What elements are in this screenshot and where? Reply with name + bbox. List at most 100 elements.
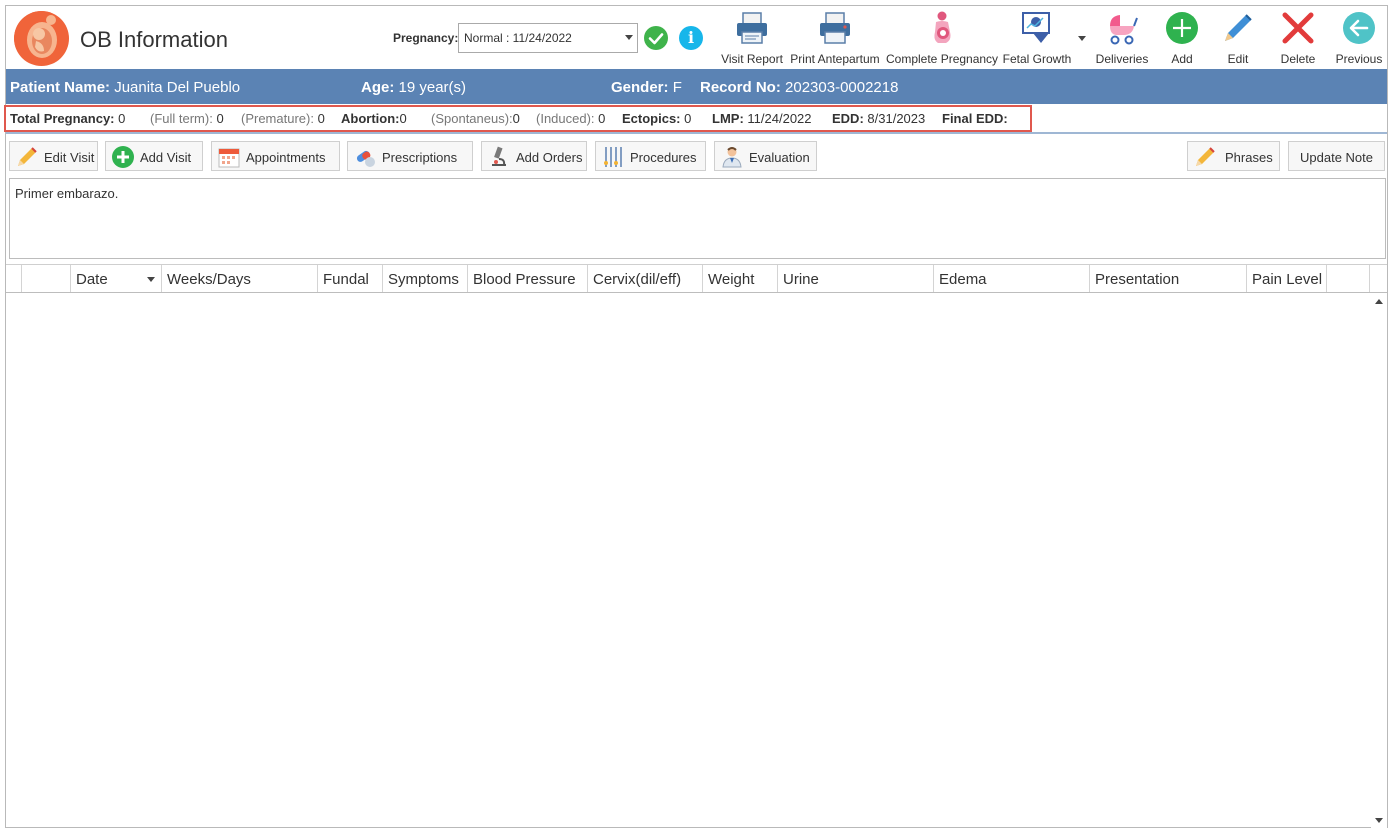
pregnancy-summary: Total Pregnancy: 0 (Full term): 0 (Prema… [4, 104, 1387, 134]
column-header-blood-pressure[interactable]: Blood Pressure [468, 265, 588, 292]
phrases-label: Phrases [1225, 150, 1273, 165]
edit-label: Edit [1227, 52, 1249, 66]
column-header-edema[interactable]: Edema [934, 265, 1090, 292]
abortion-value: 0 [399, 111, 407, 126]
evaluation-button[interactable]: Evaluation [714, 141, 817, 171]
procedures-button[interactable]: Procedures [595, 141, 706, 171]
record-field: Record No: 202303-0002218 [700, 79, 898, 96]
add-orders-button[interactable]: Add Orders [481, 141, 587, 171]
visit-action-bar: Edit Visit Add Visit Appointments Prescr… [6, 138, 1387, 176]
fetal-growth-label: Fetal Growth [1002, 52, 1072, 66]
printer-icon [817, 10, 853, 46]
appointments-label: Appointments [246, 150, 326, 165]
edd: EDD: 8/31/2023 [832, 111, 925, 126]
gender-value: F [672, 79, 682, 96]
scroll-down-icon[interactable] [1375, 818, 1383, 823]
abortion: Abortion:0 [341, 111, 407, 126]
lmp: LMP: 11/24/2022 [712, 111, 812, 126]
add-button[interactable]: Add [1155, 8, 1209, 68]
fetal-growth-dropdown-arrow[interactable] [1078, 36, 1086, 41]
add-circle-icon [111, 145, 135, 169]
page-title: OB Information [80, 27, 228, 52]
pregnancy-label: Pregnancy: [393, 31, 459, 45]
phrases-button[interactable]: Phrases [1187, 141, 1280, 171]
evaluation-label: Evaluation [749, 150, 810, 165]
column-header-weeks-days[interactable]: Weeks/Days [162, 265, 318, 292]
visit-report-button[interactable]: Visit Report [718, 8, 786, 68]
column-header-date[interactable]: Date [71, 265, 162, 292]
add-circle-icon [1164, 10, 1200, 46]
spontaneus-value: 0 [512, 111, 520, 126]
edd-label: EDD: [832, 111, 864, 126]
add-orders-label: Add Orders [516, 150, 583, 165]
record-value: 202303-0002218 [785, 79, 899, 96]
grid-vertical-scrollbar[interactable] [1371, 294, 1387, 829]
column-header-fundal[interactable]: Fundal [318, 265, 383, 292]
select-column-header[interactable] [22, 265, 71, 292]
complete-pregnancy-button[interactable]: Complete Pregnancy [886, 8, 998, 68]
surgical-tools-icon [601, 145, 625, 169]
edit-button[interactable]: Edit [1211, 8, 1265, 68]
ob-information-window: OB Information Pregnancy: Normal : 11/24… [4, 5, 1388, 829]
edit-visit-button[interactable]: Edit Visit [9, 141, 98, 171]
notes-textarea[interactable]: Primer embarazo. [9, 178, 1386, 259]
ectopics-value: 0 [684, 111, 692, 126]
procedures-label: Procedures [630, 150, 697, 165]
delete-label: Delete [1280, 52, 1316, 66]
pencil-icon [15, 145, 39, 169]
fetal-growth-chart-icon [1019, 10, 1055, 46]
print-antepartum-button[interactable]: Print Antepartum [788, 8, 882, 68]
appointments-button[interactable]: Appointments [211, 141, 340, 171]
arrow-left-circle-icon [1341, 10, 1377, 46]
total-pregnancy: Total Pregnancy: 0 [10, 111, 125, 126]
full-term-value: 0 [216, 111, 224, 126]
column-header-presentation[interactable]: Presentation [1090, 265, 1247, 292]
edd-value: 8/31/2023 [867, 111, 926, 126]
total-pregnancy-label: Total Pregnancy: [10, 111, 115, 126]
ectopics: Ectopics: 0 [622, 111, 691, 126]
previous-label: Previous [1335, 52, 1383, 66]
pencil-icon [1193, 145, 1217, 169]
update-note-button[interactable]: Update Note [1288, 141, 1385, 171]
patient-info-bar: Patient Name: Juanita Del Pueblo Age: 19… [6, 69, 1387, 104]
age-label: Age: [361, 79, 395, 96]
column-header-date-label: Date [76, 271, 108, 288]
pencil-icon [1220, 10, 1256, 46]
pregnancy-select[interactable]: Normal : 11/24/2022 [458, 23, 638, 53]
add-visit-button[interactable]: Add Visit [105, 141, 203, 171]
add-label: Add [1171, 52, 1193, 66]
confirm-check-icon[interactable] [644, 26, 668, 50]
printer-report-icon [734, 10, 770, 46]
column-header-weight[interactable]: Weight [703, 265, 778, 292]
abortion-label: Abortion: [341, 111, 400, 126]
previous-button[interactable]: Previous [1332, 8, 1386, 68]
column-header-urine[interactable]: Urine [778, 265, 934, 292]
fetal-growth-button[interactable]: Fetal Growth [1002, 8, 1072, 68]
prescriptions-label: Prescriptions [382, 150, 458, 165]
column-header-pain-level[interactable]: Pain Level [1247, 265, 1327, 292]
microscope-icon [487, 145, 511, 169]
age-value: 19 year(s) [398, 79, 467, 96]
sort-descending-icon [147, 277, 155, 282]
gender-field: Gender: F [611, 79, 682, 96]
info-icon[interactable]: i [679, 26, 703, 50]
lmp-label: LMP: [712, 111, 744, 126]
prescriptions-button[interactable]: Prescriptions [347, 141, 473, 171]
pregnancy-select-value: Normal : 11/24/2022 [464, 31, 572, 45]
column-header-extra [1327, 265, 1370, 292]
baby-stroller-icon [1104, 10, 1140, 46]
total-pregnancy-value: 0 [118, 111, 126, 126]
deliveries-button[interactable]: Deliveries [1093, 8, 1151, 68]
doctor-icon [720, 145, 744, 169]
delete-button[interactable]: Delete [1268, 8, 1328, 68]
patient-name-field: Patient Name: Juanita Del Pueblo [10, 79, 240, 96]
chevron-down-icon [625, 35, 633, 40]
column-header-cervix[interactable]: Cervix(dil/eff) [588, 265, 703, 292]
print-antepartum-label: Print Antepartum [790, 52, 880, 66]
scroll-up-icon[interactable] [1375, 299, 1383, 304]
column-header-symptoms[interactable]: Symptoms [383, 265, 468, 292]
edit-visit-label: Edit Visit [44, 150, 95, 165]
induced-value: 0 [598, 111, 606, 126]
final-edd-label: Final EDD: [942, 111, 1008, 126]
age-field: Age: 19 year(s) [361, 79, 466, 96]
